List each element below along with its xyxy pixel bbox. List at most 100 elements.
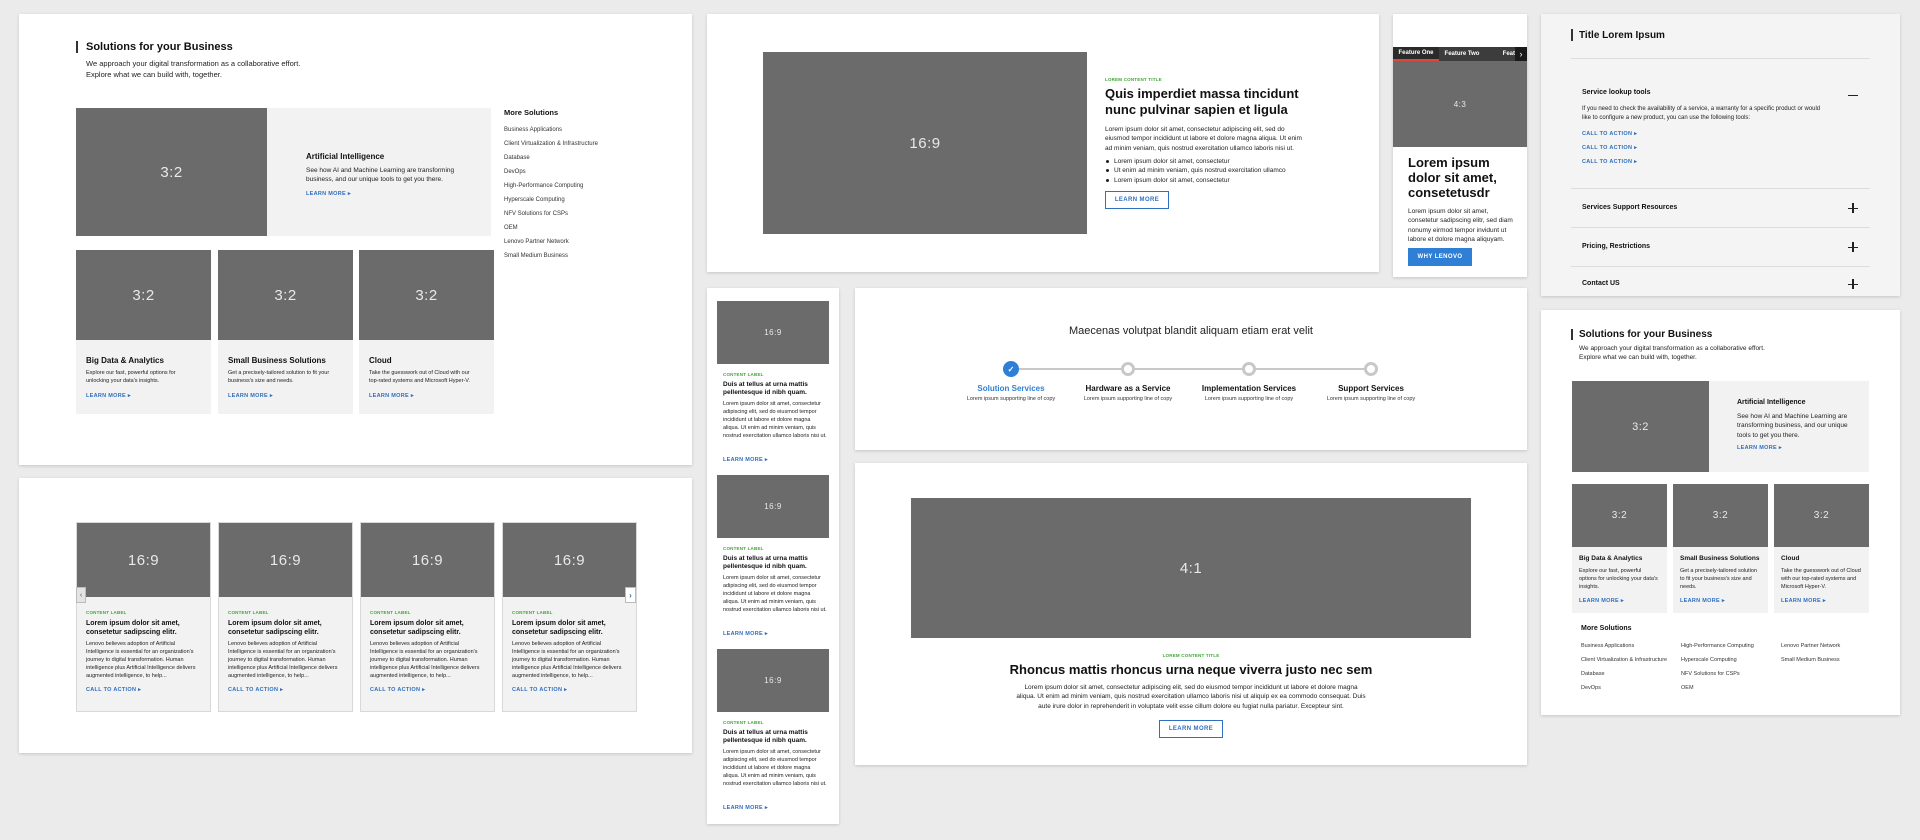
content-card[interactable]: 16:9 CONTENT LABEL Duis at tellus at urn… xyxy=(717,475,829,645)
page-title: Solutions for your Business xyxy=(86,41,233,53)
solution-tile[interactable]: 3:2 Small Business Solutions Get a preci… xyxy=(218,250,353,414)
step-indicator[interactable] xyxy=(1121,362,1135,376)
tile-title: Small Business Solutions xyxy=(1680,555,1760,562)
title-accent-bar xyxy=(76,41,78,53)
hero-learn-more-link[interactable]: LEARN MORE ▸ xyxy=(1737,445,1782,451)
why-lenovo-button[interactable]: WHY LENOVO xyxy=(1408,248,1472,266)
more-solutions-link[interactable]: Hyperscale Computing xyxy=(1681,657,1737,665)
stepper-track xyxy=(1010,368,1371,370)
solution-tile[interactable]: 3:2 Small Business Solutions Get a preci… xyxy=(1673,484,1768,613)
tile-text: Explore our fast, powerful options for u… xyxy=(1579,568,1658,590)
more-solutions-link[interactable]: High-Performance Computing xyxy=(504,182,624,196)
card-text: Lenovo believes adoption of Artificial I… xyxy=(370,641,480,679)
link-label: LEARN MORE xyxy=(723,457,763,463)
more-solutions-link[interactable]: OEM xyxy=(504,224,624,238)
accordion-item-title[interactable]: Service lookup tools xyxy=(1582,89,1650,96)
call-to-action-link[interactable]: CALL TO ACTION ▸ xyxy=(86,687,141,693)
more-solutions-link[interactable]: High-Performance Computing xyxy=(1681,643,1754,651)
feature-title: Quis imperdiet massa tincidunt nunc pulv… xyxy=(1105,86,1299,117)
carousel-card[interactable]: 16:9 CONTENT LABEL Lorem ipsum dolor sit… xyxy=(502,522,637,712)
tile-learn-more-link[interactable]: LEARN MORE ▸ xyxy=(1579,598,1624,604)
step-indicator[interactable] xyxy=(1364,362,1378,376)
chevron-right-icon: ▸ xyxy=(410,393,414,399)
tile-text: Get a precisely-tailored solution to fit… xyxy=(228,370,330,384)
learn-more-link[interactable]: LEARN MORE ▸ xyxy=(723,805,768,811)
solution-tile[interactable]: 3:2 Big Data & Analytics Explore our fas… xyxy=(76,250,211,414)
card-image: 16:9 xyxy=(503,523,636,597)
learn-more-link[interactable]: LEARN MORE ▸ xyxy=(723,457,768,463)
solution-tile[interactable]: 3:2 Cloud Take the guesswork out of Clou… xyxy=(359,250,494,414)
step-active-indicator[interactable]: ✓ xyxy=(1003,361,1019,377)
more-solutions-link[interactable]: Client Virtualization & Infrastructure xyxy=(1581,657,1667,665)
tile-learn-more-link[interactable]: LEARN MORE ▸ xyxy=(1680,598,1725,604)
content-card[interactable]: 16:9 CONTENT LABEL Duis at tellus at urn… xyxy=(717,649,829,819)
collapse-icon[interactable] xyxy=(1848,90,1858,100)
tile-text: Take the guesswork out of Cloud with our… xyxy=(369,370,470,384)
more-solutions-link[interactable]: Lenovo Partner Network xyxy=(504,238,624,252)
more-solutions-link[interactable]: Business Applications xyxy=(1581,643,1634,651)
accordion-item[interactable]: Contact US xyxy=(1571,266,1870,296)
hero-learn-more-link[interactable]: LEARN MORE ▸ xyxy=(306,191,351,197)
tile-learn-more-link[interactable]: LEARN MORE ▸ xyxy=(369,393,414,399)
content-label: CONTENT LABEL xyxy=(370,610,411,615)
content-card[interactable]: 16:9 CONTENT LABEL Duis at tellus at urn… xyxy=(717,301,829,471)
call-to-action-link[interactable]: CALL TO ACTION ▸ xyxy=(512,687,567,693)
tab-feature-three[interactable]: Feat xyxy=(1485,47,1515,61)
learn-more-button[interactable]: LEARN MORE xyxy=(1159,720,1223,738)
link-label: CALL TO ACTION xyxy=(1582,159,1633,165)
step-subtitle: Lorem ipsum supporting line of copy xyxy=(1326,396,1416,402)
more-solutions-link[interactable]: NFV Solutions for CSPs xyxy=(504,210,624,224)
call-to-action-link[interactable]: CALL TO ACTION ▸ xyxy=(1582,131,1637,137)
call-to-action-link[interactable]: CALL TO ACTION ▸ xyxy=(1582,159,1637,165)
more-solutions-link[interactable]: Small Medium Business xyxy=(504,252,624,266)
solution-tile[interactable]: 3:2 Big Data & Analytics Explore our fas… xyxy=(1572,484,1667,613)
more-solutions-link[interactable]: Hyperscale Computing xyxy=(504,196,624,210)
call-to-action-link[interactable]: CALL TO ACTION ▸ xyxy=(1582,145,1637,151)
step-label: Solution Services Lorem ipsum supporting… xyxy=(951,384,1071,402)
learn-more-link[interactable]: LEARN MORE ▸ xyxy=(723,631,768,637)
more-solutions-link[interactable]: NFV Solutions for CSPs xyxy=(1681,671,1740,679)
more-solutions-link[interactable]: Database xyxy=(1581,671,1605,679)
expand-icon[interactable] xyxy=(1848,279,1858,289)
tab-scroll-next-button[interactable]: › xyxy=(1515,47,1527,61)
carousel-card[interactable]: 16:9 CONTENT LABEL Lorem ipsum dolor sit… xyxy=(218,522,353,712)
solution-tile[interactable]: 3:2 Cloud Take the guesswork out of Clou… xyxy=(1774,484,1869,613)
step-title: Support Services xyxy=(1338,384,1404,393)
step-indicator[interactable] xyxy=(1242,362,1256,376)
card-title: Lorem ipsum dolor sit amet, consetetur s… xyxy=(86,620,180,637)
more-solutions-link[interactable]: OEM xyxy=(1681,685,1694,693)
call-to-action-link[interactable]: CALL TO ACTION ▸ xyxy=(370,687,425,693)
link-label: LEARN MORE xyxy=(1680,598,1720,604)
accordion-item[interactable]: Services Support Resources xyxy=(1571,188,1870,227)
more-solutions-link[interactable]: Database xyxy=(504,154,624,168)
title-accent-bar xyxy=(1571,29,1573,41)
hero-text: See how AI and Machine Learning are tran… xyxy=(306,167,455,184)
hero-image: 3:2 xyxy=(76,108,267,236)
carousel-prev-button[interactable]: ‹ xyxy=(76,587,86,603)
link-label: CALL TO ACTION xyxy=(86,687,137,693)
carousel-card[interactable]: 16:9 CONTENT LABEL Lorem ipsum dolor sit… xyxy=(360,522,495,712)
more-solutions-link[interactable]: Business Applications xyxy=(504,126,624,140)
learn-more-button[interactable]: LEARN MORE xyxy=(1105,191,1169,209)
step-subtitle: Lorem ipsum supporting line of copy xyxy=(1204,396,1294,402)
tab-feature-one[interactable]: Feature One xyxy=(1393,47,1439,61)
more-solutions-link[interactable]: DevOps xyxy=(504,168,624,182)
call-to-action-link[interactable]: CALL TO ACTION ▸ xyxy=(228,687,283,693)
accordion-item[interactable]: Pricing, Restrictions xyxy=(1571,227,1870,266)
carousel-card[interactable]: 16:9 CONTENT LABEL Lorem ipsum dolor sit… xyxy=(76,522,211,712)
card-title: Duis at tellus at urna mattis pellentesq… xyxy=(723,555,808,571)
more-solutions-link[interactable]: Lenovo Partner Network xyxy=(1781,643,1840,651)
carousel-next-button[interactable]: › xyxy=(625,587,636,603)
tile-learn-more-link[interactable]: LEARN MORE ▸ xyxy=(228,393,273,399)
more-solutions-link[interactable]: Client Virtualization & Infrastructure xyxy=(504,140,624,154)
card-image: 16:9 xyxy=(717,301,829,364)
more-solutions-link[interactable]: Small Medium Business xyxy=(1781,657,1840,665)
more-solutions-link[interactable]: DevOps xyxy=(1581,685,1601,693)
tab-feature-two[interactable]: Feature Two xyxy=(1439,47,1485,61)
step-subtitle: Lorem ipsum supporting line of copy xyxy=(966,396,1056,402)
expand-icon[interactable] xyxy=(1848,242,1858,252)
tile-learn-more-link[interactable]: LEARN MORE ▸ xyxy=(86,393,131,399)
expand-icon[interactable] xyxy=(1848,203,1858,213)
card-title: Lorem ipsum dolor sit amet, consetetur s… xyxy=(512,620,606,637)
tile-learn-more-link[interactable]: LEARN MORE ▸ xyxy=(1781,598,1826,604)
